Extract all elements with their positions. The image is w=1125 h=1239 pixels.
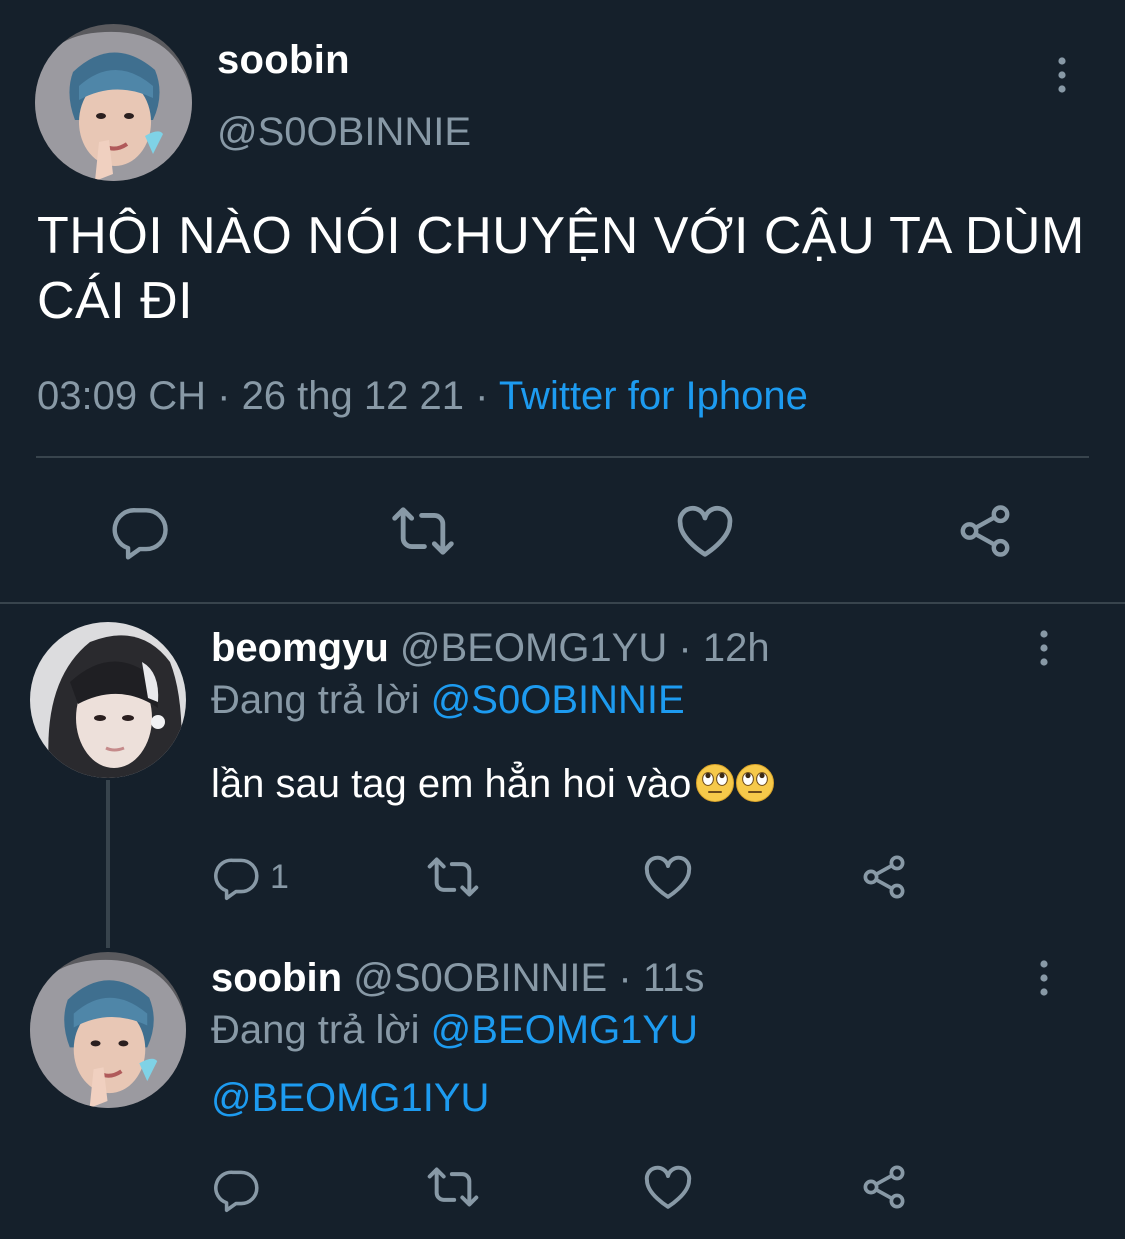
rolling-eyes-emoji-icon bbox=[695, 763, 735, 803]
replying-to-mention[interactable]: @S0OBINNIE bbox=[431, 678, 685, 722]
replying-prefix: Đang trả lời bbox=[211, 1008, 420, 1052]
reply-icon bbox=[212, 852, 262, 902]
avatar[interactable] bbox=[35, 24, 192, 181]
tweet-source-link[interactable]: Twitter for Iphone bbox=[499, 374, 808, 418]
rolling-eyes-emoji-icon bbox=[735, 763, 775, 803]
reply-count: 1 bbox=[270, 857, 289, 896]
reply-button[interactable] bbox=[108, 498, 174, 564]
share-icon bbox=[954, 500, 1016, 562]
more-options-button[interactable] bbox=[1042, 55, 1082, 95]
reply-icon bbox=[212, 1164, 262, 1214]
reply-time[interactable]: 11s bbox=[643, 956, 705, 1000]
like-button[interactable] bbox=[640, 850, 696, 904]
divider bbox=[0, 602, 1125, 604]
share-button[interactable] bbox=[858, 1160, 910, 1214]
like-icon bbox=[640, 849, 696, 905]
author-name[interactable]: beomgyu bbox=[211, 626, 389, 670]
retweet-icon bbox=[425, 1159, 481, 1215]
like-button[interactable] bbox=[640, 1160, 696, 1214]
divider bbox=[36, 456, 1089, 458]
share-button[interactable] bbox=[954, 498, 1016, 564]
reply-header: soobin @S0OBINNIE · 11s bbox=[211, 956, 704, 1001]
more-options-button[interactable] bbox=[1024, 628, 1064, 668]
like-icon bbox=[672, 498, 738, 564]
replying-prefix: Đang trả lời bbox=[211, 678, 420, 722]
retweet-icon bbox=[425, 849, 481, 905]
meta-separator: · bbox=[217, 374, 231, 418]
author-handle[interactable]: @S0OBINNIE bbox=[353, 956, 607, 1000]
reply-text: lần sau tag em hẳn hoi vào bbox=[211, 762, 692, 806]
tweet-text: THÔI NÀO NÓI CHUYỆN VỚI CẬU TA DÙM CÁI Đ… bbox=[37, 207, 1085, 330]
reply-time[interactable]: 12h bbox=[703, 626, 770, 670]
thread-line bbox=[106, 780, 110, 948]
meta-separator: · bbox=[475, 374, 489, 418]
author-name[interactable]: soobin bbox=[211, 956, 342, 1000]
share-icon bbox=[858, 1161, 910, 1213]
replying-to-mention[interactable]: @BEOMG1YU bbox=[431, 1008, 698, 1052]
share-icon bbox=[858, 851, 910, 903]
reply-text-line: lần sau tag em hẳn hoi vào bbox=[211, 762, 775, 807]
reply-icon bbox=[110, 500, 172, 562]
share-button[interactable] bbox=[858, 850, 910, 904]
retweet-button[interactable] bbox=[424, 1160, 482, 1214]
retweet-button[interactable] bbox=[424, 850, 482, 904]
like-button[interactable] bbox=[672, 498, 738, 564]
author-handle[interactable]: @S0OBINNIE bbox=[217, 110, 471, 155]
meta-separator: · bbox=[678, 626, 692, 670]
reply-button[interactable]: 1 bbox=[212, 852, 289, 902]
tweet-meta: 03:09 CH · 26 thg 12 21 · Twitter for Ip… bbox=[37, 374, 808, 419]
replying-to: Đang trả lời @BEOMG1YU bbox=[211, 1008, 698, 1053]
reply-button[interactable] bbox=[212, 1162, 262, 1216]
replying-to: Đang trả lời @S0OBINNIE bbox=[211, 678, 685, 723]
more-options-button[interactable] bbox=[1024, 958, 1064, 998]
more-vertical-icon bbox=[1039, 958, 1049, 998]
tweet-time: 03:09 CH bbox=[37, 374, 206, 418]
avatar[interactable] bbox=[30, 952, 186, 1108]
more-vertical-icon bbox=[1057, 55, 1067, 95]
retweet-icon bbox=[389, 497, 457, 565]
author-handle[interactable]: @BEOMG1YU bbox=[400, 626, 667, 670]
avatar[interactable] bbox=[30, 622, 186, 778]
reply-mention-text[interactable]: @BEOMG1IYU bbox=[211, 1076, 489, 1121]
meta-separator: · bbox=[618, 956, 632, 1000]
like-icon bbox=[640, 1159, 696, 1215]
reply-header: beomgyu @BEOMG1YU · 12h bbox=[211, 626, 770, 671]
more-vertical-icon bbox=[1039, 628, 1049, 668]
author-name[interactable]: soobin bbox=[217, 38, 350, 83]
tweet-date: 26 thg 12 21 bbox=[241, 374, 464, 418]
retweet-button[interactable] bbox=[388, 498, 458, 564]
